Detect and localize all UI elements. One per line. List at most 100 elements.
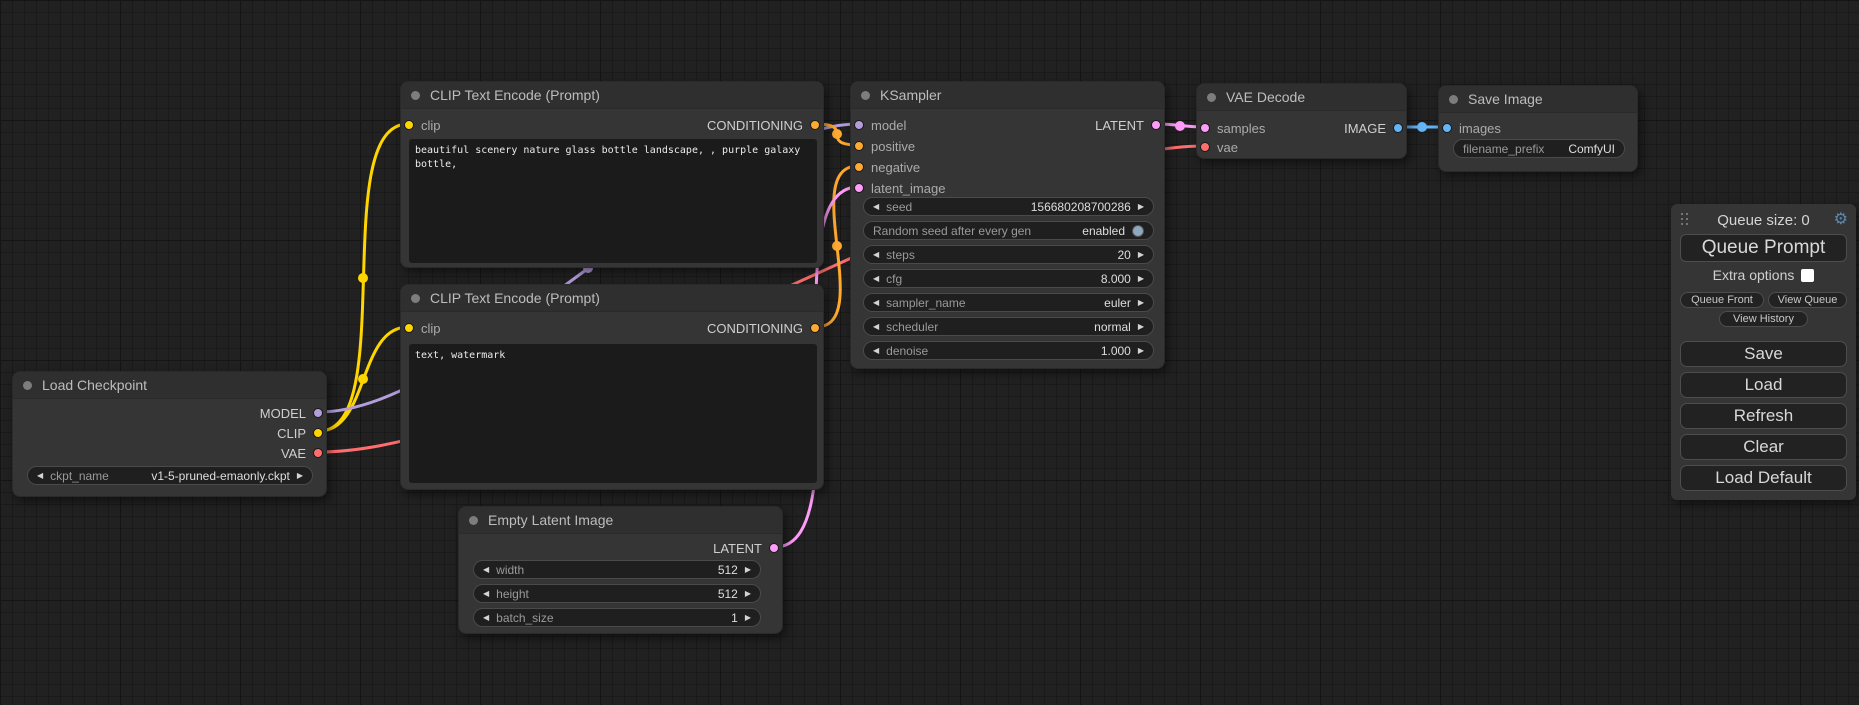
output-conditioning[interactable]: CONDITIONING <box>707 321 820 335</box>
sampler-name-widget[interactable]: ◀ sampler_name euler ▶ <box>863 293 1154 312</box>
cfg-widget[interactable]: ◀ cfg 8.000 ▶ <box>863 269 1154 288</box>
input-model[interactable]: model <box>854 118 906 132</box>
ckpt-name-widget[interactable]: ◀ ckpt_name v1-5-pruned-emaonly.ckpt ▶ <box>27 466 313 485</box>
queue-prompt-button[interactable]: Queue Prompt <box>1680 234 1847 262</box>
height-widget[interactable]: ◀ height 512 ▶ <box>473 584 761 603</box>
decrement-arrow-icon[interactable]: ◀ <box>873 251 879 259</box>
image-port-icon[interactable] <box>1393 123 1403 133</box>
settings-gear-icon[interactable]: ⚙ <box>1834 209 1848 229</box>
output-latent[interactable]: LATENT <box>1095 118 1161 132</box>
input-samples[interactable]: samples <box>1200 121 1265 135</box>
input-positive[interactable]: positive <box>854 139 915 153</box>
seed-widget[interactable]: ◀ seed 156680208700286 ▶ <box>863 197 1154 216</box>
node-title-bar[interactable]: Load Checkpoint <box>13 372 326 399</box>
latent-port-icon[interactable] <box>1200 123 1210 133</box>
node-save-image[interactable]: Save Image images filename_prefix ComfyU… <box>1438 85 1638 172</box>
queue-front-button[interactable]: Queue Front <box>1680 292 1764 308</box>
clear-button[interactable]: Clear <box>1680 434 1847 460</box>
denoise-widget[interactable]: ◀ denoise 1.000 ▶ <box>863 341 1154 360</box>
collapse-dot-icon[interactable] <box>861 91 870 100</box>
output-image[interactable]: IMAGE <box>1344 121 1403 135</box>
input-vae[interactable]: vae <box>1200 140 1238 154</box>
node-title-bar[interactable]: VAE Decode <box>1197 84 1406 111</box>
extra-options-checkbox[interactable] <box>1801 269 1814 282</box>
node-ksampler[interactable]: KSampler model positive negative latent_… <box>850 81 1165 369</box>
collapse-dot-icon[interactable] <box>411 294 420 303</box>
increment-arrow-icon[interactable]: ▶ <box>745 614 751 622</box>
conditioning-port-icon[interactable] <box>854 162 864 172</box>
input-clip[interactable]: clip <box>404 118 441 132</box>
decrement-arrow-icon[interactable]: ◀ <box>873 347 879 355</box>
node-title-bar[interactable]: KSampler <box>851 82 1164 109</box>
batch-size-widget[interactable]: ◀ batch_size 1 ▶ <box>473 608 761 627</box>
increment-arrow-icon[interactable]: ▶ <box>745 590 751 598</box>
decrement-arrow-icon[interactable]: ◀ <box>483 566 489 574</box>
decrement-arrow-icon[interactable]: ◀ <box>483 614 489 622</box>
scheduler-widget[interactable]: ◀ scheduler normal ▶ <box>863 317 1154 336</box>
latent-port-icon[interactable] <box>854 183 864 193</box>
input-negative[interactable]: negative <box>854 160 920 174</box>
random-seed-toggle[interactable] <box>1132 225 1144 237</box>
load-default-button[interactable]: Load Default <box>1680 465 1847 491</box>
output-clip[interactable]: CLIP <box>277 426 323 440</box>
collapse-dot-icon[interactable] <box>23 381 32 390</box>
increment-arrow-icon[interactable]: ▶ <box>1138 203 1144 211</box>
model-port-icon[interactable] <box>854 120 864 130</box>
steps-widget[interactable]: ◀ steps 20 ▶ <box>863 245 1154 264</box>
decrement-arrow-icon[interactable]: ◀ <box>483 590 489 598</box>
output-model[interactable]: MODEL <box>260 406 323 420</box>
increment-arrow-icon[interactable]: ▶ <box>1138 347 1144 355</box>
image-port-icon[interactable] <box>1442 123 1452 133</box>
decrement-arrow-icon[interactable]: ◀ <box>873 299 879 307</box>
view-history-button[interactable]: View History <box>1719 311 1808 327</box>
increment-arrow-icon[interactable]: ▶ <box>1138 275 1144 283</box>
increment-arrow-icon[interactable]: ▶ <box>1138 251 1144 259</box>
node-vae-decode[interactable]: VAE Decode samples vae IMAGE <box>1196 83 1407 159</box>
view-queue-button[interactable]: View Queue <box>1768 292 1847 308</box>
node-load-checkpoint[interactable]: Load Checkpoint MODEL CLIP VAE ◀ ckpt_na… <box>12 371 327 497</box>
vae-port-icon[interactable] <box>313 448 323 458</box>
increment-arrow-icon[interactable]: ▶ <box>745 566 751 574</box>
decrement-arrow-icon[interactable]: ◀ <box>873 275 879 283</box>
refresh-button[interactable]: Refresh <box>1680 403 1847 429</box>
node-title-bar[interactable]: Empty Latent Image <box>459 507 782 534</box>
input-latent-image[interactable]: latent_image <box>854 181 945 195</box>
output-latent[interactable]: LATENT <box>713 541 779 555</box>
output-conditioning[interactable]: CONDITIONING <box>707 118 820 132</box>
decrement-arrow-icon[interactable]: ◀ <box>873 203 879 211</box>
random-seed-widget[interactable]: Random seed after every gen enabled <box>863 221 1154 240</box>
node-title-bar[interactable]: Save Image <box>1439 86 1637 113</box>
latent-port-icon[interactable] <box>769 543 779 553</box>
prompt-textarea[interactable]: text, watermark <box>409 344 817 483</box>
conditioning-port-icon[interactable] <box>854 141 864 151</box>
width-widget[interactable]: ◀ width 512 ▶ <box>473 560 761 579</box>
conditioning-port-icon[interactable] <box>810 120 820 130</box>
node-empty-latent-image[interactable]: Empty Latent Image LATENT ◀ width 512 ▶ … <box>458 506 783 634</box>
increment-arrow-icon[interactable]: ▶ <box>1138 323 1144 331</box>
clip-port-icon[interactable] <box>313 428 323 438</box>
collapse-dot-icon[interactable] <box>1449 95 1458 104</box>
decrement-arrow-icon[interactable]: ◀ <box>37 472 43 480</box>
node-clip-text-encode-negative[interactable]: CLIP Text Encode (Prompt) clip CONDITION… <box>400 284 824 490</box>
input-clip[interactable]: clip <box>404 321 441 335</box>
node-graph-canvas[interactable]: Load Checkpoint MODEL CLIP VAE ◀ ckpt_na… <box>0 0 1859 705</box>
conditioning-port-icon[interactable] <box>810 323 820 333</box>
collapse-dot-icon[interactable] <box>1207 93 1216 102</box>
output-vae[interactable]: VAE <box>281 446 323 460</box>
vae-port-icon[interactable] <box>1200 142 1210 152</box>
increment-arrow-icon[interactable]: ▶ <box>297 472 303 480</box>
clip-port-icon[interactable] <box>404 323 414 333</box>
prompt-textarea[interactable]: beautiful scenery nature glass bottle la… <box>409 139 817 263</box>
input-images[interactable]: images <box>1442 121 1501 135</box>
node-title-bar[interactable]: CLIP Text Encode (Prompt) <box>401 82 823 109</box>
node-clip-text-encode-positive[interactable]: CLIP Text Encode (Prompt) clip CONDITION… <box>400 81 824 268</box>
clip-port-icon[interactable] <box>404 120 414 130</box>
collapse-dot-icon[interactable] <box>411 91 420 100</box>
decrement-arrow-icon[interactable]: ◀ <box>873 323 879 331</box>
save-button[interactable]: Save <box>1680 341 1847 367</box>
collapse-dot-icon[interactable] <box>469 516 478 525</box>
load-button[interactable]: Load <box>1680 372 1847 398</box>
latent-port-icon[interactable] <box>1151 120 1161 130</box>
filename-prefix-widget[interactable]: filename_prefix ComfyUI <box>1453 139 1625 158</box>
model-port-icon[interactable] <box>313 408 323 418</box>
